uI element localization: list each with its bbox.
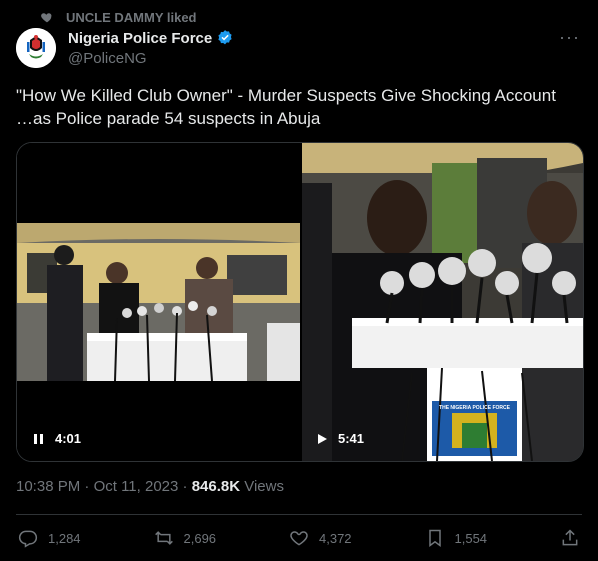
divider	[16, 514, 582, 515]
more-options-icon[interactable]: ···	[559, 28, 580, 46]
bookmark-icon	[428, 529, 441, 547]
tweet-time[interactable]: 10:38 PM	[16, 478, 80, 495]
share-icon	[562, 529, 578, 546]
tweet-author: Nigeria Police Force @PoliceNG	[68, 29, 234, 67]
separator: ·	[182, 478, 192, 495]
share-button[interactable]	[560, 528, 580, 548]
play-icon[interactable]	[316, 433, 328, 445]
tweet-text-line: "How We Killed Club Owner" - Murder Susp…	[16, 86, 556, 105]
social-context-text: UNCLE DAMMY liked	[66, 9, 197, 25]
repost-icon	[154, 531, 173, 545]
author-name[interactable]: Nigeria Police Force	[68, 30, 212, 47]
media-container: 4:01 THE NIGERIA POLICE FORCE 5:41	[16, 142, 584, 462]
police-crest-logo	[16, 28, 56, 68]
tweet-date[interactable]: Oct 11, 2023	[94, 478, 179, 495]
tweet-metadata: 10:38 PM · Oct 11, 2023 · 846.8K Views	[16, 478, 284, 495]
like-count: 4,372	[319, 530, 352, 546]
tweet-text-line: …as Police parade 54 suspects in Abuja	[16, 109, 321, 128]
verified-badge-icon[interactable]	[216, 29, 234, 47]
heart-icon	[41, 13, 52, 23]
action-bar: 1,284 2,696 4,372 1,554	[18, 527, 580, 549]
social-context[interactable]: UNCLE DAMMY liked	[40, 8, 197, 26]
video-player[interactable]: THE NIGERIA POLICE FORCE 5:41	[302, 143, 583, 461]
podium-sign: THE NIGERIA POLICE FORCE	[439, 405, 510, 411]
heart-icon	[290, 531, 308, 546]
bookmark-count: 1,554	[454, 530, 488, 546]
views-label: Views	[244, 478, 284, 495]
video-player[interactable]: 4:01	[17, 143, 300, 461]
bookmark-button[interactable]: 1,554	[425, 528, 488, 548]
video-duration: 4:01	[55, 431, 82, 446]
pause-icon[interactable]	[33, 433, 45, 445]
tweet-text: "How We Killed Club Owner" - Murder Susp…	[16, 84, 584, 130]
repost-button[interactable]: 2,696	[154, 528, 217, 548]
repost-count: 2,696	[183, 530, 217, 546]
reply-button[interactable]: 1,284	[18, 528, 81, 548]
avatar[interactable]	[16, 28, 56, 68]
reply-count: 1,284	[48, 530, 81, 546]
reply-icon	[18, 530, 38, 548]
separator: ·	[84, 478, 94, 495]
video-duration: 5:41	[338, 431, 365, 446]
views-count: 846.8K	[191, 478, 241, 495]
video-thumbnail	[302, 143, 583, 461]
author-handle[interactable]: @PoliceNG	[68, 50, 234, 67]
video-thumbnail	[17, 143, 300, 461]
like-button[interactable]: 4,372	[289, 528, 352, 548]
